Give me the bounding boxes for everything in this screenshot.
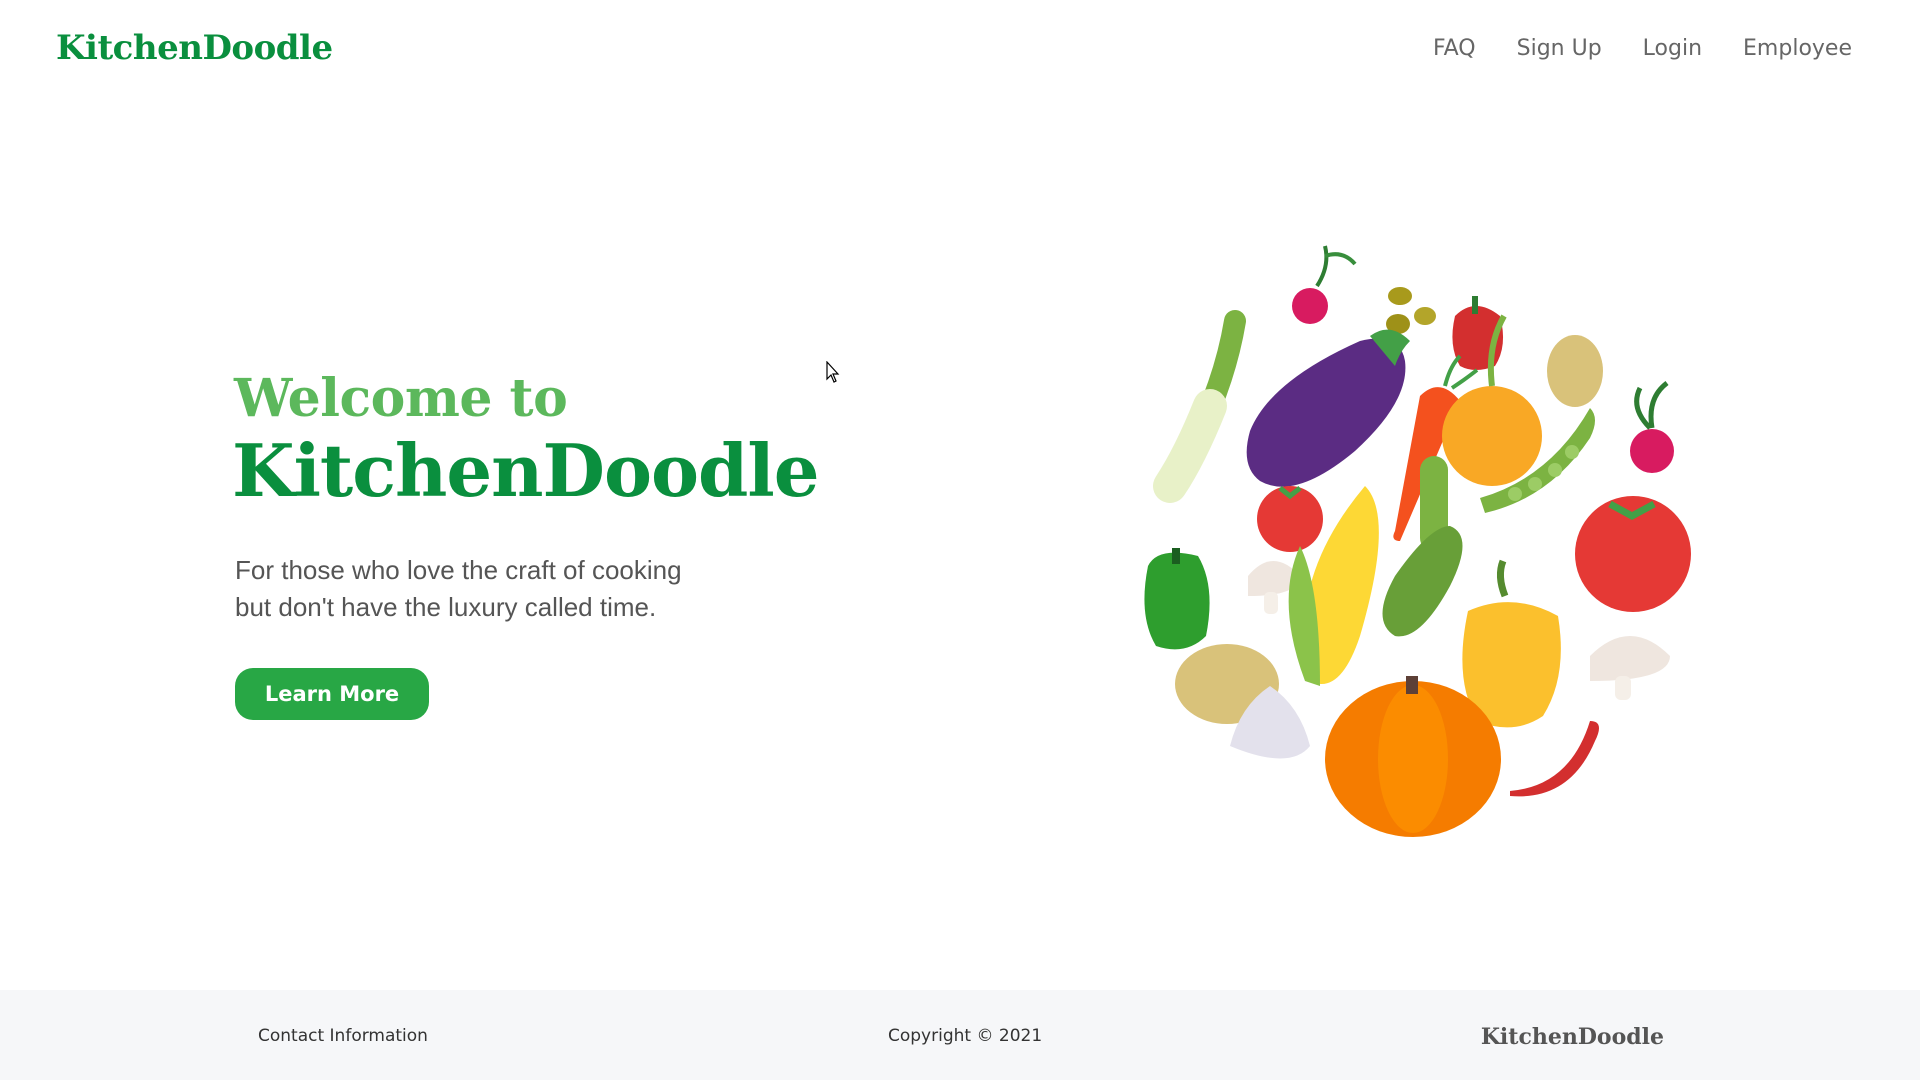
mushroom-icon <box>1590 636 1670 700</box>
nav-employee[interactable]: Employee <box>1743 36 1852 61</box>
hero-welcome-text: Welcome to <box>234 368 568 429</box>
hero-subtitle-line: but don't have the luxury called time. <box>235 592 657 622</box>
nav-login[interactable]: Login <box>1643 36 1702 61</box>
footer-copyright: Copyright © 2021 <box>888 1026 1043 1046</box>
radish-icon <box>1292 245 1357 324</box>
vegetables-illustration <box>1144 245 1691 837</box>
hero-subtitle: For those who love the craft of cooking … <box>235 552 795 626</box>
eggplant-icon <box>1246 329 1410 487</box>
yellow-pepper-icon <box>1462 559 1561 728</box>
main-nav: FAQ Sign Up Login Employee <box>1433 36 1852 61</box>
hero-subtitle-line: For those who love the craft of cooking <box>235 555 682 585</box>
site-footer: Contact Information Copyright © 2021 Kit… <box>0 990 1920 1080</box>
nav-sign-up[interactable]: Sign Up <box>1517 36 1602 61</box>
nav-faq[interactable]: FAQ <box>1433 36 1476 61</box>
site-header: KitchenDoodle FAQ Sign Up Login Employee <box>0 0 1920 102</box>
chili-icon <box>1510 721 1599 797</box>
cucumber-icon <box>1382 526 1463 637</box>
mouse-cursor-icon <box>826 361 840 383</box>
learn-more-button[interactable]: Learn More <box>235 668 429 720</box>
radish-icon <box>1630 381 1674 473</box>
leek-icon <box>1153 310 1246 503</box>
brand-logo[interactable]: KitchenDoodle <box>56 28 333 68</box>
hero-title: KitchenDoodle <box>232 428 820 513</box>
tomato-icon <box>1257 486 1323 552</box>
footer-contact-link[interactable]: Contact Information <box>258 1026 428 1046</box>
olives-icon <box>1386 287 1436 334</box>
footer-brand: KitchenDoodle <box>1480 1024 1664 1050</box>
potato-icon <box>1547 335 1603 407</box>
tomato-icon <box>1575 496 1691 612</box>
green-pepper-icon <box>1144 548 1210 650</box>
